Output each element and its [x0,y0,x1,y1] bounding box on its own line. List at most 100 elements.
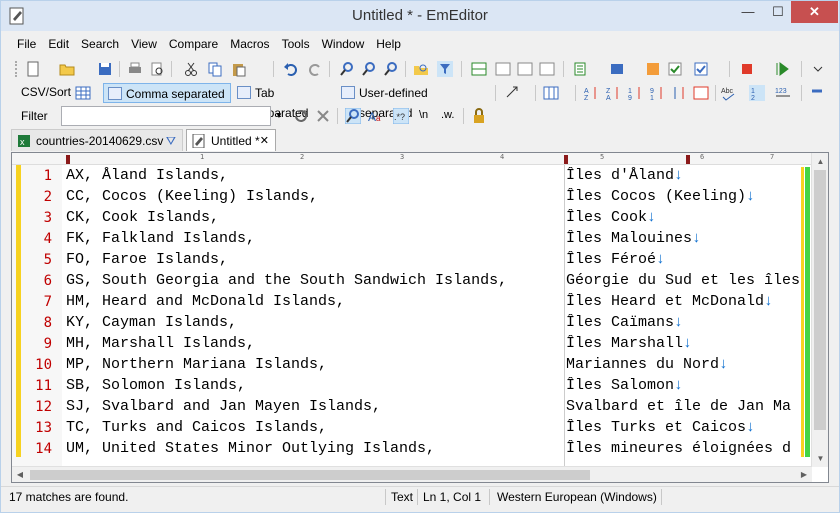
csv-cell-right[interactable]: Îles Cook↓ [566,209,812,226]
print-icon[interactable] [127,61,143,77]
sort-length-icon[interactable] [671,85,687,101]
line-number[interactable]: 9 [12,336,52,352]
wrap-icon[interactable] [495,61,511,77]
line-number[interactable]: 11 [12,378,52,394]
toolbar-overflow-icon[interactable] [811,85,827,101]
line-number[interactable]: 7 [12,294,52,310]
csv-cell-left[interactable]: SB, Solomon Islands, [66,377,246,394]
line-number[interactable]: 5 [12,252,52,268]
csv-cell-left[interactable]: HM, Heard and McDonald Islands, [66,293,345,310]
line-number[interactable]: 10 [12,357,52,373]
tab-untitled[interactable]: Untitled * ✕ [186,129,276,151]
find-next-icon[interactable] [361,61,377,77]
menu-window[interactable]: Window [316,34,371,54]
menu-view[interactable]: View [125,34,163,54]
user-defined-separated-button[interactable]: User-defined separated [337,83,487,120]
customize-icon[interactable] [645,61,661,77]
save-icon[interactable] [97,61,113,77]
print-preview-icon[interactable] [149,61,165,77]
csv-cell-right[interactable]: Îles Salomon↓ [566,377,812,394]
vertical-scroll-thumb[interactable] [814,170,826,430]
line-number[interactable]: 4 [12,231,52,247]
scroll-down-arrow[interactable]: ▼ [812,450,829,467]
horizontal-scroll-thumb[interactable] [30,470,590,480]
line-number[interactable]: 6 [12,273,52,289]
filter-dropdown-arrow[interactable]: ▼ [273,106,285,126]
csv-cell-left[interactable]: FK, Falkland Islands, [66,230,255,247]
csv-cell-right[interactable]: Îles Turks et Caicos↓ [566,419,812,436]
lock-icon[interactable] [471,108,487,124]
clear-filter-icon[interactable] [315,108,331,124]
title-bar[interactable]: Untitled * - EmEditor — ☐ ✕ [1,1,839,31]
csv-cell-left[interactable]: TC, Turks and Caicos Islands, [66,419,327,436]
line-number[interactable]: 3 [12,210,52,226]
menu-edit[interactable]: Edit [42,34,75,54]
line-number[interactable]: 13 [12,420,52,436]
menu-help[interactable]: Help [370,34,407,54]
read-only-icon[interactable] [539,61,555,77]
escape-sequence-toggle[interactable]: \n [419,109,428,121]
scroll-right-arrow[interactable]: ▶ [796,467,812,483]
line-number[interactable]: 12 [12,399,52,415]
line-numbers-icon[interactable]: 12 [749,85,765,101]
csv-cell-left[interactable]: SJ, Svalbard and Jan Mayen Islands, [66,398,381,415]
line-number[interactable]: 14 [12,441,52,457]
line-number[interactable]: 2 [12,189,52,205]
status-position[interactable]: Ln 1, Col 1 [423,490,481,504]
whole-word-toggle[interactable]: .w. [441,109,454,121]
csv-cell-right[interactable]: Mariannes du Nord↓ [566,356,812,373]
text-editor[interactable]: 1 2 3 4 5 6 7 1 AX, Åland Islands, Îles d'… [11,152,829,483]
csv-cell-right[interactable]: Svalbard et île de Jan Ma [566,398,812,415]
run-macro-icon[interactable] [775,61,791,77]
status-encoding[interactable]: Western European (Windows) [497,490,657,504]
open-folder-icon[interactable] [59,61,75,77]
filter-toolbar-icon[interactable] [437,61,453,77]
find-icon[interactable] [339,61,355,77]
csv-cell-right[interactable]: Îles Heard et McDonald↓ [566,293,812,310]
paste-icon[interactable] [231,61,247,77]
vertical-scrollbar[interactable]: ▲ ▼ [811,153,828,467]
csv-cell-right[interactable]: Îles Marshall↓ [566,335,812,352]
menu-tools[interactable]: Tools [276,34,316,54]
column-numbers-icon[interactable]: 123 [775,85,791,101]
menu-file[interactable]: File [11,34,42,54]
menu-search[interactable]: Search [75,34,125,54]
select-column-icon[interactable] [505,85,521,101]
csv-cell-left[interactable]: AX, Åland Islands, [66,167,228,184]
find-previous-icon[interactable] [383,61,399,77]
csv-column-separator[interactable] [564,165,565,471]
status-mode[interactable]: Text [391,490,413,504]
toolbar-grip[interactable] [15,61,18,77]
csv-cell-right[interactable]: Îles d'Åland↓ [566,167,812,184]
line-number[interactable]: 8 [12,315,52,331]
csv-cell-right[interactable]: Géorgie du Sud et les îles [566,272,812,289]
undo-icon[interactable] [283,61,299,77]
close-tab-icon[interactable]: ✕ [260,130,269,152]
match-case-icon[interactable] [345,108,361,124]
scroll-up-arrow[interactable]: ▲ [812,153,829,170]
horizontal-scrollbar[interactable]: ◀ ▶ [12,466,812,482]
close-button[interactable]: ✕ [791,1,838,23]
csv-cell-right[interactable]: Îles Féroé↓ [566,251,812,268]
tab-separated-button[interactable]: Tab separated [233,83,333,120]
sort-reverse-icon[interactable] [693,85,709,101]
csv-cell-right[interactable]: Îles Cocos (Keeling)↓ [566,188,812,205]
scroll-left-arrow[interactable]: ◀ [12,467,28,483]
csv-cell-left[interactable]: MH, Marshall Islands, [66,335,255,352]
maximize-button[interactable]: ☐ [763,1,793,23]
csv-cell-right[interactable]: Îles Caïmans↓ [566,314,812,331]
line-number[interactable]: 1 [12,168,52,184]
csv-cell-left[interactable]: CC, Cocos (Keeling) Islands, [66,188,318,205]
tab-countries-csv[interactable]: x countries-20140629.csv ⛛ [11,129,183,151]
properties-icon[interactable] [667,61,683,77]
csv-cell-left[interactable]: FO, Faroe Islands, [66,251,228,268]
menu-compare[interactable]: Compare [163,34,224,54]
columns-icon[interactable] [543,85,559,101]
comma-separated-button[interactable]: Comma separated [103,83,231,103]
cut-icon[interactable] [183,61,199,77]
sort-numeric-icon[interactable]: 19 [627,85,643,101]
plugins-icon[interactable] [609,61,625,77]
csv-cell-left[interactable]: GS, South Georgia and the South Sandwich… [66,272,507,289]
regex-icon[interactable]: .*? [393,108,409,124]
csv-grid-icon[interactable] [75,85,91,101]
